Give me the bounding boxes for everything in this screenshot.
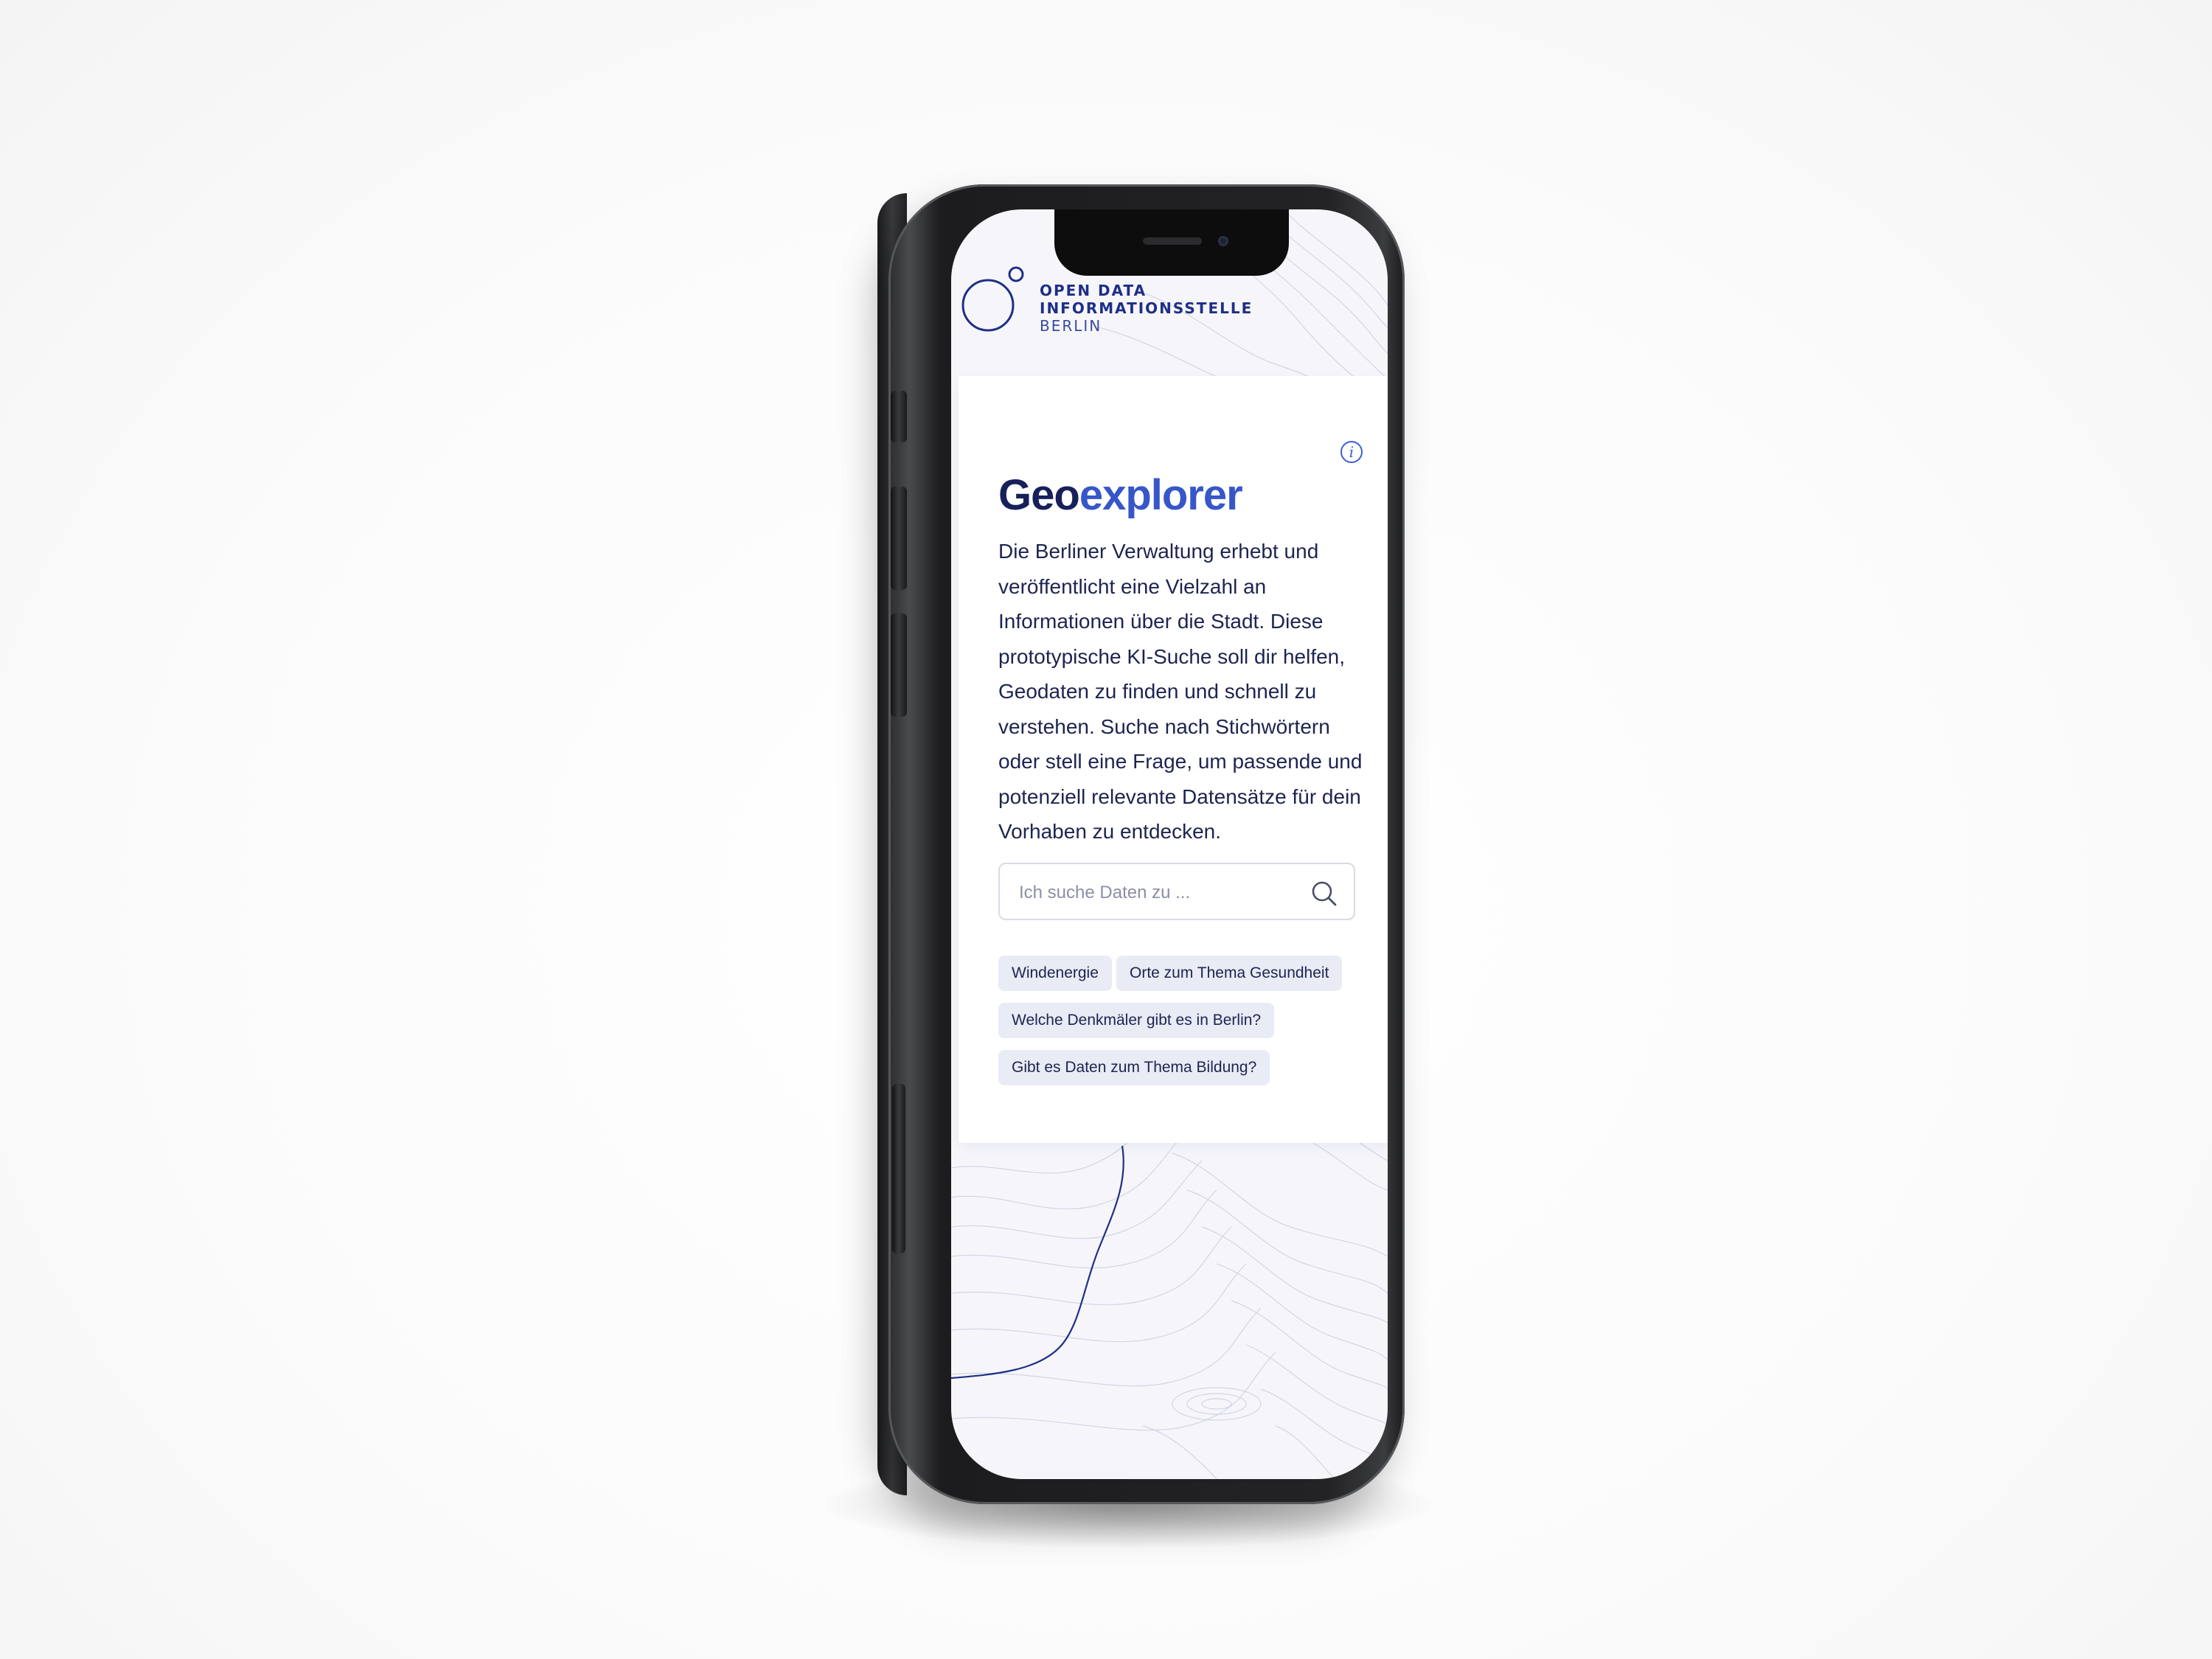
phone-volume-up-button xyxy=(891,487,907,590)
phone-speaker xyxy=(1143,237,1202,245)
logo-text-informationsstelle: INFORMATIONSSTELLE xyxy=(1040,299,1253,317)
intro-description: Die Berliner Verwaltung erhebt und veröf… xyxy=(998,540,1363,843)
phone-camera xyxy=(1218,236,1228,246)
suggestion-chip-windenergie[interactable]: Windenergie xyxy=(998,956,1112,991)
phone-sim-tray xyxy=(892,1084,905,1253)
search-icon[interactable] xyxy=(1310,879,1339,908)
page-title-explorer: explorer xyxy=(1079,471,1243,519)
phone-silent-switch xyxy=(891,391,907,442)
suggestion-chip-gesundheit[interactable]: Orte zum Thema Gesundheit xyxy=(1116,956,1343,991)
phone-volume-down-button xyxy=(891,613,907,717)
logo-text-berlin: BERLIN xyxy=(1040,317,1102,335)
logo-text-open-data: OPEN DATA xyxy=(1040,282,1147,299)
odis-logo[interactable]: OPEN DATA INFORMATIONSSTELLE BERLIN xyxy=(959,261,1251,349)
mockup-stage: OPEN DATA INFORMATIONSSTELLE BERLIN i Ge… xyxy=(0,0,2212,1659)
search-box[interactable] xyxy=(998,863,1355,920)
search-input[interactable] xyxy=(1018,877,1301,908)
page-title: Geoexplorer xyxy=(998,470,1243,520)
intro-card: i Geoexplorer Die Berliner Verwaltung er… xyxy=(959,376,1388,1143)
suggestion-chip-denkmaeler[interactable]: Welche Denkmäler gibt es in Berlin? xyxy=(998,1003,1275,1038)
info-icon[interactable]: i xyxy=(1340,441,1363,463)
odis-logo-icon xyxy=(961,266,1024,332)
page-title-geo: Geo xyxy=(998,471,1080,519)
phone-screen: OPEN DATA INFORMATIONSSTELLE BERLIN i Ge… xyxy=(951,209,1388,1479)
suggestion-chip-bildung[interactable]: Gibt es Daten zum Thema Bildung? xyxy=(998,1050,1270,1085)
